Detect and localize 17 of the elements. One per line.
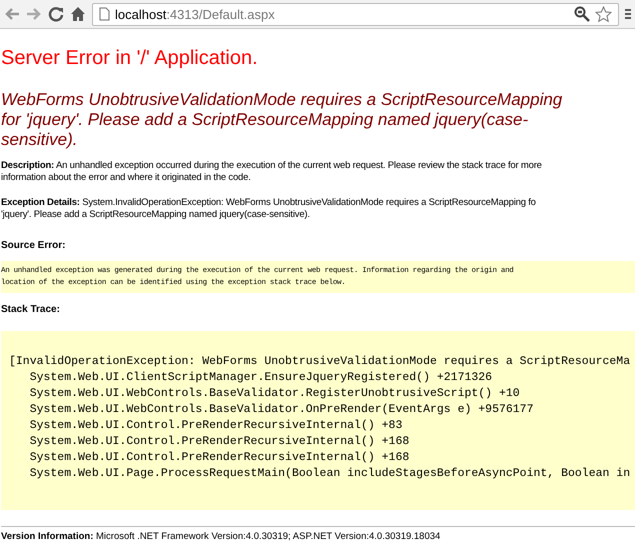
detail-paragraph: Description: An unhandled exception occurred during the execution of the current web request. Please review the stack trace for more information about the error and where it originated in the code. (1, 160, 543, 184)
section-heading: Stack Trace: (1, 304, 61, 316)
address-bar[interactable]: localhost:4313/Default.aspx (92, 2, 619, 26)
reload-icon[interactable] (48, 6, 64, 22)
version-info: Version Information: Microsoft .NET Framework Version:4.0.30319; ASP.NET Version:4.0.30319.18034 (1, 531, 442, 542)
section-heading: Source Error: (1, 240, 66, 252)
stack-trace-text: [InvalidOperationException: WebForms UnobtrusiveValidationMode requires a ScriptResourceMa System.Web.UI.ClientScriptManager.EnsureJqueryRegistered() +2171326 System.Web.UI.WebControls.BaseValidator.RegisterUnobtrusiveScript() +10 System.Web.UI.WebControls.BaseValidator.OnPreRender(EventArgs e) +9576177 System.Web.UI.Control.PreRenderRecursiveInternal() +83 System.Web.UI.Control.PreRenderRecursiveInternal() +168 System.Web.UI.Control.PreRenderRecursiveInternal() +168 System.Web.UI.Page.ProcessRequestMain(Boolean includeStagesBeforeAsyncPoint, Boolean in (1, 331, 635, 510)
home-icon[interactable] (70, 6, 86, 22)
menu-icon[interactable] (625, 7, 631, 21)
page-icon (99, 7, 110, 21)
page-title: Server Error in '/' Application. (1, 46, 259, 70)
star-icon[interactable] (595, 6, 612, 22)
back-arrow-icon[interactable] (4, 7, 20, 21)
detail-paragraph: Exception Details: System.InvalidOperationException: WebForms UnobtrusiveValidationMode requires a ScriptResourceMapping fo 'jquery'. Please add a ScriptResourceMapping named jquery(case-sensitive). (1, 197, 537, 221)
url-text: localhost:4313/Default.aspx (115, 8, 276, 20)
zoom-icon[interactable] (574, 6, 590, 22)
error-message: WebForms UnobtrusiveValidationMode requires a ScriptResourceMapping for 'jquery'. Please add a ScriptResourceMapping named jquery(case- sensitive). (1, 90, 564, 150)
